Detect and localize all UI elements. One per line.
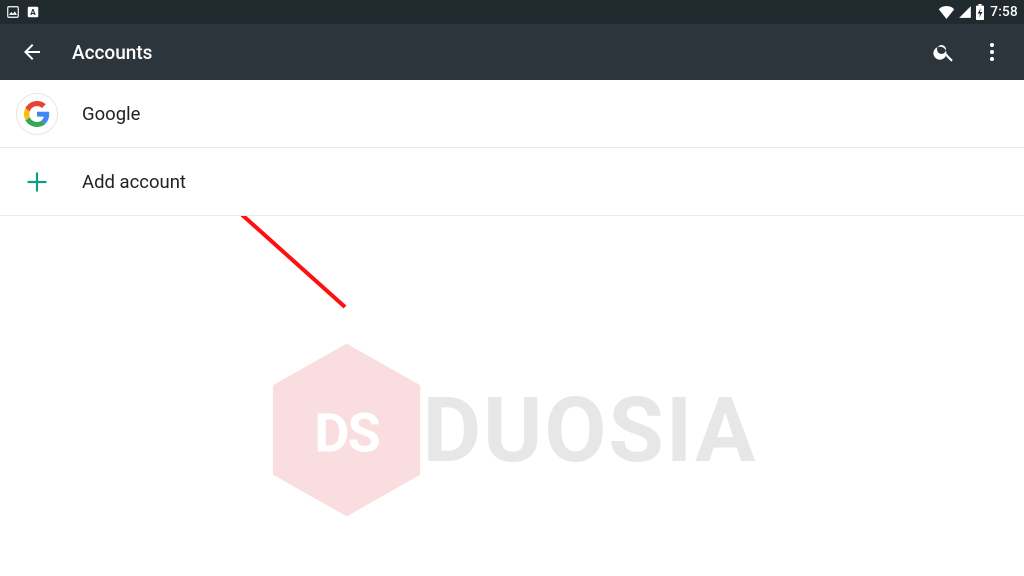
arrow-back-icon: [20, 40, 44, 64]
plus-icon: [24, 169, 50, 195]
search-icon: [932, 40, 956, 64]
add-account-item[interactable]: Add account: [0, 148, 1024, 216]
add-account-label: Add account: [82, 171, 186, 193]
search-button[interactable]: [920, 28, 968, 76]
cell-signal-icon: [958, 5, 972, 19]
google-account-icon: [16, 93, 58, 135]
toolbar-title: Accounts: [72, 41, 920, 64]
status-notifications: A: [6, 5, 40, 19]
app-toolbar: Accounts: [0, 24, 1024, 80]
screenshot-notif-icon: [6, 5, 20, 19]
status-time: 7:58: [990, 4, 1018, 20]
account-item-google[interactable]: Google: [0, 80, 1024, 148]
svg-text:A: A: [30, 7, 36, 17]
google-logo-icon: [24, 101, 50, 127]
watermark-text: DUOSIA: [423, 378, 758, 483]
accounts-list: Google Add account: [0, 80, 1024, 216]
battery-charging-icon: [975, 4, 985, 20]
status-indicators: 7:58: [938, 4, 1018, 20]
account-item-label: Google: [82, 103, 140, 125]
add-icon: [16, 161, 58, 203]
back-button[interactable]: [8, 28, 56, 76]
wifi-icon: [938, 5, 955, 19]
app-notif-icon: A: [26, 5, 40, 19]
overflow-menu-button[interactable]: [968, 28, 1016, 76]
watermark-badge: DS: [267, 340, 427, 520]
watermark: DS DUOSIA: [267, 340, 758, 520]
more-vert-icon: [980, 40, 1004, 64]
status-bar: A 7:58: [0, 0, 1024, 24]
